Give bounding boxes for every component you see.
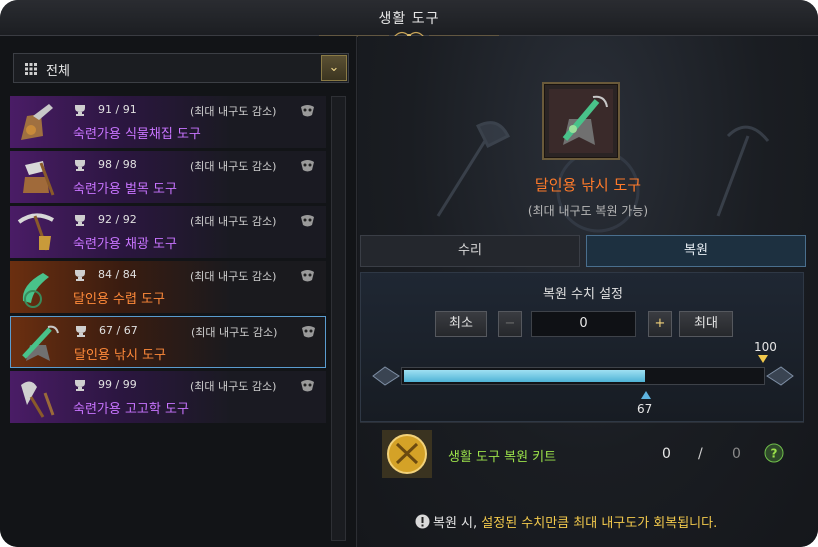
trophy-icon	[76, 326, 86, 337]
tool-durability-note: (최대 내구도 감소)	[190, 215, 277, 228]
trophy-icon	[75, 160, 85, 171]
mask-icon	[301, 105, 314, 117]
restore-setting-title: 복원 수치 설정	[542, 287, 624, 302]
category-dropdown[interactable]: 전체 ⌄	[13, 53, 349, 83]
tool-list-item[interactable]: 92 / 92 (최대 내구도 감소) 숙련가용 채광 도구	[10, 206, 326, 258]
tool-durability: 99 / 99	[98, 378, 137, 391]
tool-durability: 91 / 91	[98, 103, 137, 116]
window-title: 생활 도구	[378, 11, 440, 27]
herb-gathering-tool-icon	[21, 104, 53, 140]
fishing-tool-icon	[549, 89, 613, 153]
restore-value-input[interactable]: 0	[531, 311, 636, 337]
slider-current-label: 67	[637, 402, 653, 416]
tool-name: 숙련가용 채광 도구	[73, 237, 177, 252]
title-bar: 생활 도구	[0, 0, 818, 41]
tool-durability: 92 / 92	[98, 213, 137, 226]
tool-durability: 84 / 84	[98, 268, 137, 281]
max-button[interactable]: 최대	[679, 311, 733, 337]
restore-setting-box: 복원 수치 설정 최소 − 0 + 최대 100 67	[360, 272, 804, 422]
tool-name: 숙련가용 벌목 도구	[73, 182, 177, 197]
trophy-icon	[75, 215, 85, 226]
fishing-tool-icon	[22, 325, 59, 361]
mask-icon	[302, 326, 315, 338]
logging-tool-icon	[23, 161, 55, 196]
tool-list-item[interactable]: 84 / 84 (최대 내구도 감소) 달인용 수렵 도구	[10, 261, 326, 313]
tool-durability-note: (최대 내구도 감소)	[190, 380, 277, 393]
chevron-down-icon[interactable]: ⌄	[321, 55, 347, 81]
restore-kit-name: 생활 도구 복원 키트	[448, 450, 557, 465]
tool-durability: 67 / 67	[99, 324, 138, 337]
slider-left-cap-icon	[372, 366, 400, 386]
selected-tool-subtitle: (최대 내구도 복원 가능)	[527, 204, 649, 218]
max-marker-icon	[758, 355, 768, 363]
notice-prefix: 복원 시,	[433, 516, 482, 531]
tool-list: 91 / 91 (최대 내구도 감소) 숙련가용 식물채집 도구 98 / 98 (최대…	[10, 96, 326, 541]
kit-required-count: 0	[732, 446, 741, 462]
min-button[interactable]: 최소	[435, 311, 487, 337]
tool-durability-note: (최대 내구도 감소)	[190, 105, 277, 118]
tab-restore[interactable]: 복원	[586, 235, 806, 267]
tool-durability-note: (최대 내구도 감소)	[190, 270, 277, 283]
tool-detail-panel: 달인용 낚시 도구 (최대 내구도 복원 가능) 수리 복원 복원 수치 설정 …	[358, 36, 818, 547]
dropdown-selected: 전체	[46, 64, 70, 79]
mask-icon	[301, 215, 314, 227]
list-scrollbar[interactable]	[331, 96, 346, 541]
mask-icon	[301, 380, 314, 392]
tool-name: 숙련가용 식물채집 도구	[73, 127, 201, 142]
tool-durability-note: (최대 내구도 감소)	[190, 160, 277, 173]
tool-durability: 98 / 98	[98, 158, 137, 171]
tool-list-item[interactable]: 91 / 91 (최대 내구도 감소) 숙련가용 식물채집 도구	[10, 96, 326, 148]
selected-tool-frame	[542, 82, 620, 160]
archaeology-tool-icon	[21, 381, 55, 418]
increment-button[interactable]: +	[648, 311, 672, 337]
mining-tool-icon	[17, 213, 54, 251]
life-tools-window: 생활 도구 전체 ⌄ 91 / 91 (최대 내구도 감소) 숙련가용 식물채집 도…	[0, 0, 818, 547]
tool-list-item[interactable]: 98 / 98 (최대 내구도 감소) 숙련가용 벌목 도구	[10, 151, 326, 203]
kit-count-separator: /	[698, 446, 703, 462]
kit-owned-count: 0	[662, 446, 671, 462]
notice-highlight: 설정된 수치만큼 최대 내구도가 회복됩니다.	[481, 516, 718, 531]
tool-name: 달인용 낚시 도구	[74, 348, 166, 363]
tool-durability-note: (최대 내구도 감소)	[191, 326, 278, 339]
tool-name: 달인용 수렵 도구	[73, 292, 165, 307]
warning-icon	[415, 514, 430, 529]
hunting-tool-icon	[22, 273, 49, 308]
trophy-icon	[75, 105, 85, 116]
trophy-icon	[75, 270, 85, 281]
mask-icon	[301, 160, 314, 172]
restore-notice: 복원 시, 설정된 수치만큼 최대 내구도가 회복됩니다.	[415, 512, 717, 531]
slider-fill	[404, 370, 645, 382]
restore-slider[interactable]	[401, 367, 765, 385]
restore-kit-row: 생활 도구 복원 키트 0 / 0 ?	[360, 422, 804, 484]
help-icon[interactable]: ?	[764, 443, 784, 463]
tool-list-item[interactable]: 67 / 67 (최대 내구도 감소) 달인용 낚시 도구	[10, 316, 326, 368]
tool-list-item[interactable]: 99 / 99 (최대 내구도 감소) 숙련가용 고고학 도구	[10, 371, 326, 423]
tool-list-panel: 전체 ⌄ 91 / 91 (최대 내구도 감소) 숙련가용 식물채집 도구 98 / …	[0, 36, 357, 547]
grid-icon	[25, 63, 37, 75]
tab-repair[interactable]: 수리	[360, 235, 580, 267]
slider-right-cap-icon	[766, 366, 794, 386]
tool-name: 숙련가용 고고학 도구	[73, 402, 189, 417]
slider-max-label: 100	[754, 340, 777, 354]
selected-tool-name: 달인용 낚시 도구	[534, 176, 642, 194]
restore-kit-icon	[382, 430, 432, 478]
trophy-icon	[75, 380, 85, 391]
mask-icon	[301, 270, 314, 282]
current-marker-icon[interactable]	[641, 391, 651, 399]
svg-text:?: ?	[771, 447, 778, 461]
decrement-button[interactable]: −	[498, 311, 522, 337]
